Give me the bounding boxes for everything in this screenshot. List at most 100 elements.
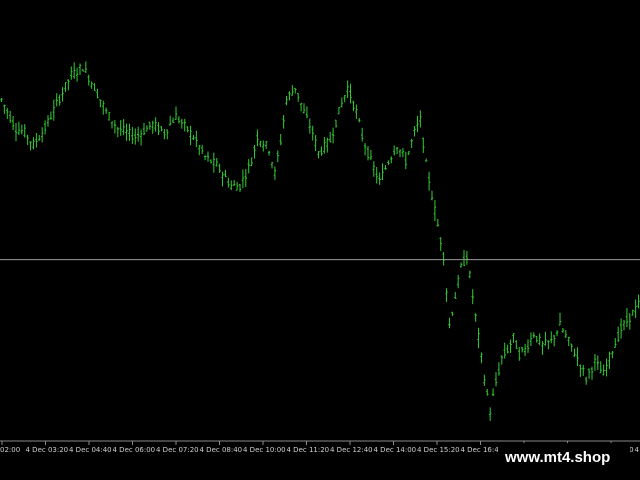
price-bar bbox=[81, 69, 85, 72]
price-bar bbox=[442, 252, 445, 266]
price-bar bbox=[282, 115, 285, 129]
price-bar bbox=[177, 116, 181, 124]
price-bar bbox=[206, 151, 210, 162]
price-bar bbox=[160, 126, 163, 132]
price-bar bbox=[198, 144, 201, 156]
price-bar bbox=[209, 159, 213, 164]
price-bar bbox=[614, 338, 617, 348]
price-bar bbox=[337, 107, 341, 115]
price-bar bbox=[564, 330, 568, 339]
price-bar bbox=[11, 116, 15, 131]
price-bar bbox=[628, 313, 632, 330]
price-bar bbox=[296, 93, 300, 102]
price-bar bbox=[419, 110, 422, 128]
price-bar bbox=[550, 331, 553, 344]
price-bar bbox=[343, 94, 346, 103]
price-bar bbox=[599, 361, 602, 374]
price-bar bbox=[305, 106, 309, 119]
price-bar bbox=[526, 339, 530, 353]
price-bar bbox=[55, 93, 58, 107]
price-bar bbox=[616, 326, 620, 343]
price-bar bbox=[235, 181, 239, 191]
price-bar bbox=[491, 388, 495, 397]
price-bar bbox=[104, 107, 108, 114]
price-bar bbox=[6, 107, 9, 120]
price-bar bbox=[358, 118, 361, 123]
price-bar bbox=[587, 368, 591, 379]
price-bar bbox=[555, 330, 559, 337]
price-bar bbox=[547, 340, 550, 350]
price-bar bbox=[494, 372, 498, 387]
price-bar bbox=[518, 347, 521, 361]
price-bar bbox=[221, 171, 224, 187]
price-bar bbox=[427, 171, 431, 191]
price-bar bbox=[512, 333, 515, 343]
price-bar bbox=[596, 355, 600, 370]
price-bar bbox=[46, 115, 50, 127]
price-bar bbox=[230, 180, 233, 191]
price-bar bbox=[122, 118, 125, 136]
price-bar bbox=[477, 327, 480, 349]
price-bar bbox=[195, 130, 198, 148]
price-bar bbox=[637, 294, 640, 309]
price-bar bbox=[183, 118, 186, 132]
price-bar bbox=[166, 129, 169, 140]
price-bar bbox=[273, 166, 277, 180]
price-bar bbox=[189, 125, 192, 146]
price-bar bbox=[125, 123, 128, 141]
price-bar bbox=[93, 83, 96, 92]
price-bar bbox=[20, 124, 24, 135]
price-bar bbox=[523, 343, 527, 357]
price-bar bbox=[102, 100, 105, 115]
price-bar bbox=[378, 172, 381, 185]
price-bar bbox=[631, 309, 634, 316]
price-bar bbox=[384, 164, 387, 170]
price-bar bbox=[302, 103, 306, 114]
price-bar bbox=[459, 262, 463, 268]
price-bar bbox=[619, 318, 623, 339]
price-bar bbox=[253, 145, 256, 159]
price-bar bbox=[372, 161, 376, 177]
price-bar bbox=[227, 177, 230, 188]
price-bar bbox=[602, 364, 605, 376]
price-bar bbox=[407, 151, 410, 156]
x-tick-label: 4 D bbox=[635, 446, 640, 454]
price-bar bbox=[410, 138, 413, 148]
price-bar bbox=[465, 251, 469, 265]
price-bar bbox=[299, 102, 303, 112]
price-bar bbox=[0, 98, 3, 102]
price-bar bbox=[26, 134, 29, 146]
x-tick-label: 4 Dec 04:40 bbox=[69, 446, 112, 454]
price-bar bbox=[352, 100, 355, 112]
price-bar bbox=[78, 63, 82, 75]
price-bar bbox=[157, 122, 160, 136]
price-bar bbox=[288, 91, 291, 101]
price-bar bbox=[398, 149, 402, 158]
price-bar bbox=[439, 237, 442, 251]
price-bar bbox=[558, 312, 562, 326]
price-bar bbox=[500, 355, 504, 365]
price-bar bbox=[483, 374, 486, 386]
price-bar bbox=[611, 350, 614, 359]
price-bar bbox=[532, 332, 536, 339]
price-bar bbox=[128, 123, 131, 141]
price-bar bbox=[579, 364, 582, 378]
price-bar bbox=[486, 388, 489, 396]
price-bar bbox=[474, 313, 477, 322]
price-chart: 02:00 4 Dec 03:20 4 Dec 04:40 4 Dec 06:00 4 … bbox=[0, 0, 640, 480]
price-bar bbox=[320, 146, 323, 156]
x-tick-label: 02:00 bbox=[0, 446, 20, 454]
price-bar bbox=[468, 270, 472, 279]
price-bar bbox=[395, 146, 399, 154]
price-bar bbox=[8, 111, 12, 123]
price-bar bbox=[256, 129, 259, 147]
price-bar bbox=[634, 299, 637, 319]
price-bar bbox=[529, 332, 533, 347]
price-bar bbox=[584, 376, 588, 385]
price-bar bbox=[331, 127, 335, 144]
price-bar bbox=[145, 125, 149, 132]
price-bar bbox=[424, 158, 428, 162]
price-bar bbox=[87, 74, 90, 86]
price-bar bbox=[267, 150, 271, 156]
price-bar bbox=[582, 364, 585, 376]
